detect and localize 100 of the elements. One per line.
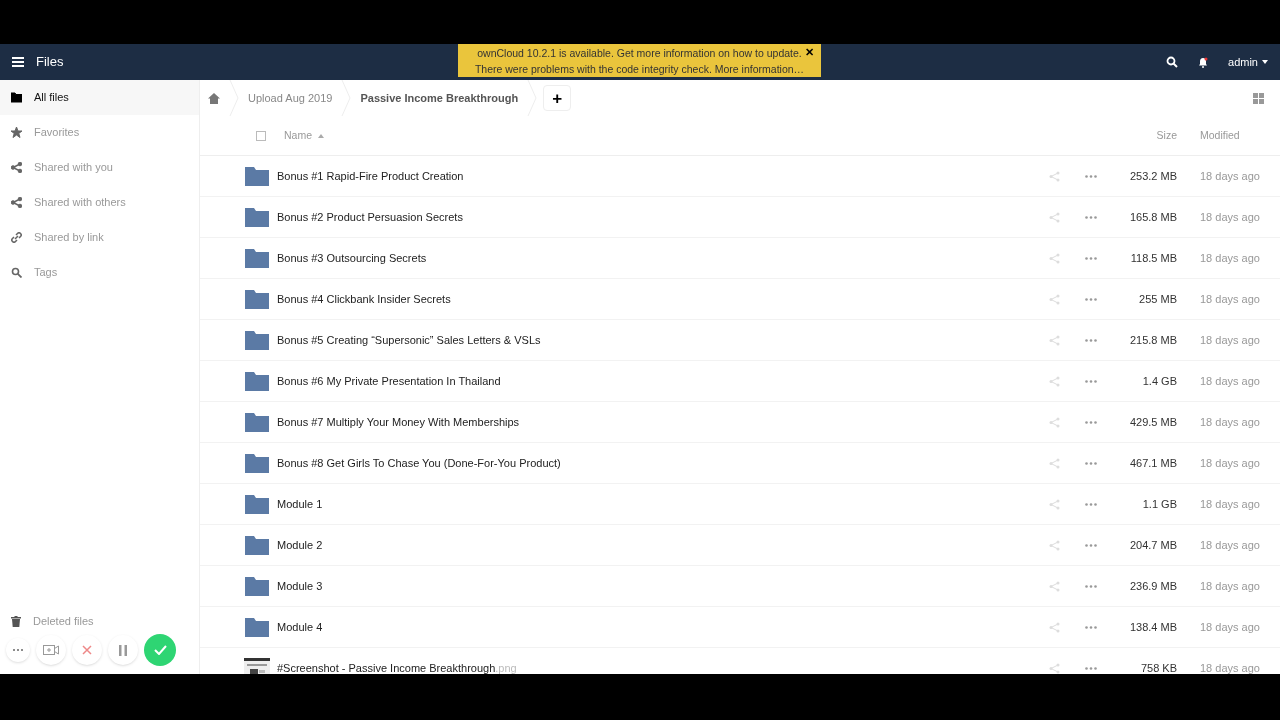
pause-button[interactable] bbox=[108, 635, 138, 665]
close-icon bbox=[82, 645, 92, 655]
caret-icon bbox=[1262, 60, 1268, 64]
folder-icon bbox=[245, 494, 269, 514]
more-icon[interactable] bbox=[1085, 625, 1097, 629]
file-size: 236.9 MB bbox=[1128, 578, 1177, 594]
file-size: 758 KB bbox=[1139, 660, 1177, 674]
folder-icon bbox=[245, 617, 269, 637]
select-all-checkbox[interactable] bbox=[256, 130, 266, 141]
notification-text: ownCloud 10.2.1 is available. Get more information on how to update. bbox=[477, 45, 802, 61]
file-name[interactable]: Module 4 bbox=[277, 618, 323, 636]
new-button[interactable]: + bbox=[543, 85, 572, 111]
modified-date: 18 days ago bbox=[1200, 619, 1261, 635]
folder-icon bbox=[11, 92, 22, 103]
modified-date: 18 days ago bbox=[1200, 537, 1261, 553]
modified-date: 18 days ago bbox=[1200, 291, 1261, 307]
file-size: 1.4 GB bbox=[1141, 373, 1177, 389]
modified-date: 18 days ago bbox=[1200, 250, 1261, 266]
menu-icon[interactable] bbox=[12, 57, 24, 67]
modified-date: 18 days ago bbox=[1200, 578, 1261, 594]
star-icon bbox=[11, 127, 22, 138]
more-icon[interactable] bbox=[1085, 215, 1097, 219]
modified-date: 18 days ago bbox=[1200, 455, 1261, 471]
folder-icon bbox=[245, 248, 269, 268]
folder-icon bbox=[245, 207, 269, 227]
more-icon[interactable] bbox=[1085, 256, 1097, 260]
folder-icon bbox=[245, 412, 269, 432]
folder-icon bbox=[245, 576, 269, 596]
notification-text[interactable]: There were problems with the code integrity check. More information… bbox=[474, 60, 805, 77]
close-button[interactable]: ✕ bbox=[805, 44, 814, 60]
share-icon bbox=[11, 197, 22, 208]
link-icon bbox=[11, 232, 22, 243]
home-icon[interactable] bbox=[208, 92, 220, 104]
file-size: 467.1 MB bbox=[1128, 455, 1177, 471]
modified-date: 18 days ago bbox=[1200, 660, 1261, 674]
camera-button[interactable] bbox=[36, 635, 66, 665]
file-size: 118.5 MB bbox=[1129, 250, 1177, 266]
modified-date: 18 days ago bbox=[1200, 209, 1261, 225]
search-icon bbox=[11, 267, 22, 278]
file-name[interactable]: Bonus #4 Clickbank Insider Secrets bbox=[277, 290, 451, 308]
more-icon[interactable] bbox=[1085, 174, 1097, 178]
more-icon[interactable] bbox=[1085, 338, 1097, 342]
file-name[interactable]: Module 1 bbox=[277, 495, 323, 513]
breadcrumb-link[interactable]: Upload Aug 2019 bbox=[248, 89, 333, 107]
modified-date: 18 days ago bbox=[1200, 168, 1261, 184]
breadcrumb-separator bbox=[341, 80, 352, 116]
file-name[interactable]: #Screenshot - Passive Income Breakthrough.png bbox=[277, 659, 517, 674]
file-name[interactable]: Bonus #6 My Private Presentation In Thailand bbox=[277, 372, 501, 390]
file-size: 165.8 MB bbox=[1128, 209, 1177, 225]
trash-icon bbox=[11, 615, 21, 627]
more-icon[interactable] bbox=[1085, 502, 1097, 506]
folder-icon bbox=[245, 453, 269, 473]
cancel-button[interactable] bbox=[72, 635, 102, 665]
more-icon[interactable] bbox=[1085, 379, 1097, 383]
folder-icon bbox=[245, 289, 269, 309]
folder-icon bbox=[245, 535, 269, 555]
more-button[interactable] bbox=[6, 638, 30, 662]
breadcrumb-link[interactable]: Passive Income Breakthrough bbox=[360, 89, 519, 107]
file-size: 138.4 MB bbox=[1128, 619, 1177, 635]
sidebar-item[interactable]: All files bbox=[0, 80, 199, 115]
modified-date: 18 days ago bbox=[1200, 332, 1261, 348]
modified-date: 18 days ago bbox=[1200, 373, 1261, 389]
more-icon[interactable] bbox=[1085, 420, 1097, 424]
pause-icon bbox=[119, 644, 127, 656]
breadcrumb-separator bbox=[229, 80, 239, 116]
more-icon[interactable] bbox=[1085, 543, 1097, 547]
image-thumbnail-icon bbox=[244, 658, 270, 674]
video-camera-icon bbox=[43, 645, 59, 655]
more-icon[interactable] bbox=[1085, 584, 1097, 588]
file-size: 215.8 MB bbox=[1128, 332, 1177, 348]
app-title: Files bbox=[36, 53, 64, 72]
file-name[interactable]: Bonus #7 Multiply Your Money With Memberships bbox=[277, 413, 520, 431]
file-name[interactable]: Bonus #8 Get Girls To Chase You (Done-For-You Product) bbox=[277, 454, 561, 472]
more-icon[interactable] bbox=[1085, 461, 1097, 465]
folder-icon bbox=[245, 330, 269, 350]
bell-icon[interactable] bbox=[1198, 56, 1209, 68]
folder-icon bbox=[245, 166, 269, 186]
file-size: 204.7 MB bbox=[1128, 537, 1177, 553]
file-name[interactable]: Bonus #3 Outsourcing Secrets bbox=[277, 249, 427, 267]
sort-arrow-icon[interactable] bbox=[318, 133, 324, 138]
more-icon[interactable] bbox=[1085, 666, 1097, 670]
file-name[interactable]: Module 2 bbox=[277, 536, 323, 554]
file-name[interactable]: Bonus #1 Rapid-Fire Product Creation bbox=[277, 167, 464, 185]
search-icon[interactable] bbox=[1166, 56, 1179, 68]
user-menu[interactable]: admin bbox=[1228, 53, 1268, 71]
file-size: 253.2 MB bbox=[1128, 168, 1177, 184]
file-name[interactable]: Module 3 bbox=[277, 577, 323, 595]
file-size: 429.5 MB bbox=[1128, 414, 1177, 430]
modified-date: 18 days ago bbox=[1200, 496, 1261, 512]
breadcrumb-separator bbox=[527, 80, 538, 116]
file-size: 255 MB bbox=[1138, 291, 1177, 307]
modified-date: 18 days ago bbox=[1200, 414, 1261, 430]
file-name[interactable]: Bonus #2 Product Persuasion Secrets bbox=[277, 208, 463, 226]
confirm-button[interactable] bbox=[144, 634, 176, 666]
share-icon bbox=[11, 162, 22, 173]
more-icon[interactable] bbox=[1085, 297, 1097, 301]
file-size: 1.1 GB bbox=[1141, 496, 1177, 512]
grid-view-icon[interactable] bbox=[1253, 92, 1264, 104]
folder-icon bbox=[245, 371, 269, 391]
file-name[interactable]: Bonus #5 Creating “Supersonic” Sales Letters & VSLs bbox=[277, 331, 541, 349]
